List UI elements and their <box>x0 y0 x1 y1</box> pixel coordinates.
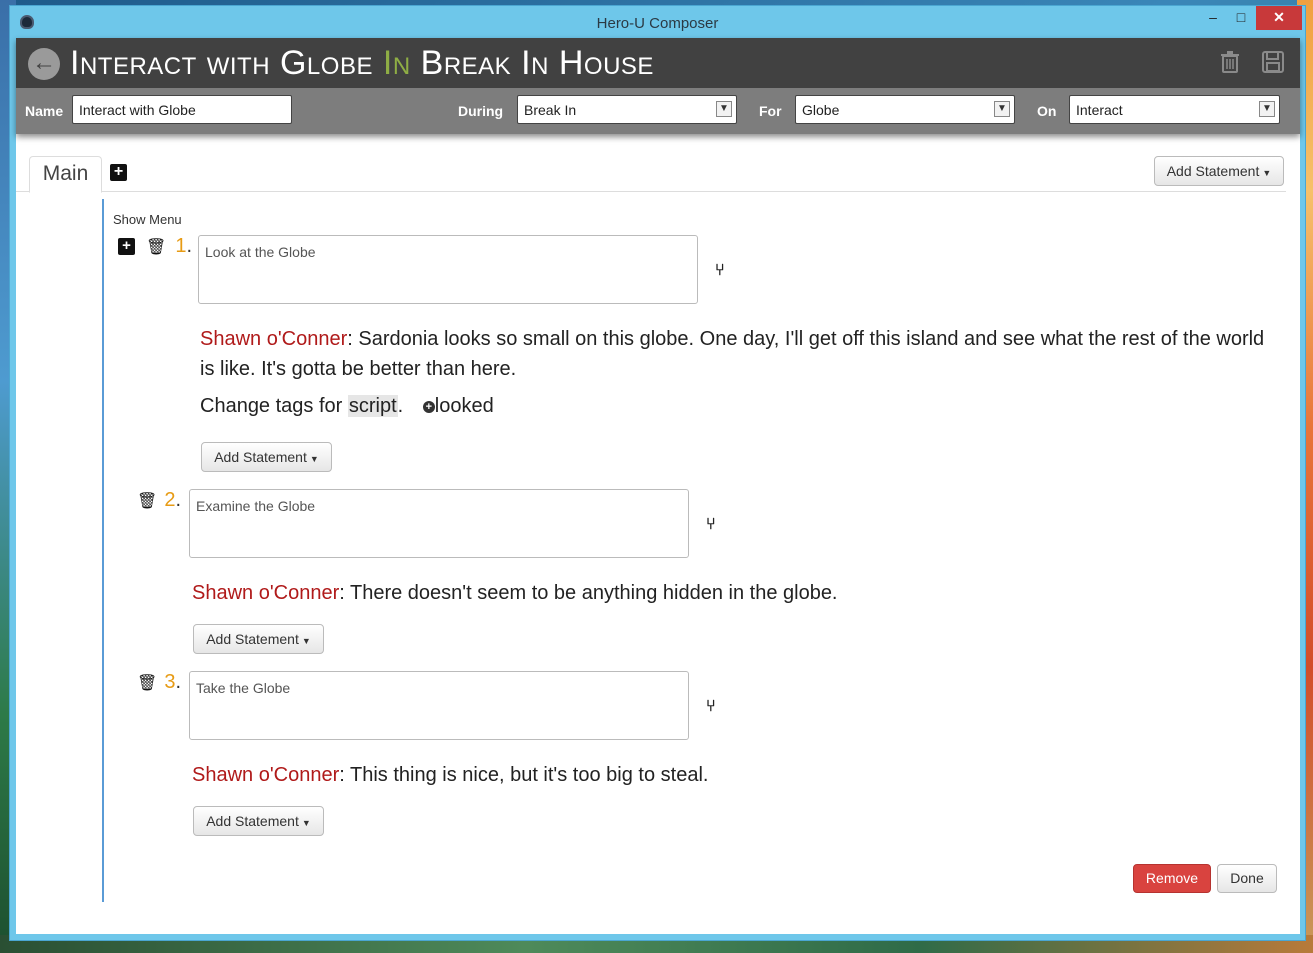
dialog-line: Shawn o'Conner: This thing is nice, but … <box>192 760 1262 790</box>
for-label: For <box>759 103 782 119</box>
on-label: On <box>1037 103 1057 119</box>
dialog-text: : There doesn't seem to be anything hidd… <box>339 582 838 604</box>
done-button[interactable]: Done <box>1217 864 1277 893</box>
tag-target[interactable]: script <box>347 395 398 417</box>
add-statement-button[interactable]: Add Statement ▼ <box>1154 156 1284 186</box>
branch-icon[interactable]: ⑂ <box>706 698 716 716</box>
statement-number: 2 <box>164 489 176 511</box>
title-interaction: Interact with Globe <box>70 44 373 82</box>
title-scene: Break In House <box>420 44 654 82</box>
tag-name: looked <box>434 395 494 417</box>
client-area: ← Interact with Globe In Break In House … <box>16 38 1300 934</box>
for-select[interactable]: Globe ▼ <box>795 95 1015 124</box>
statement-text-area[interactable]: Take the Globe <box>189 671 689 740</box>
remove-button[interactable]: Remove <box>1133 864 1211 893</box>
speaker-name[interactable]: Shawn o'Conner <box>200 328 347 350</box>
tab-main[interactable]: Main <box>29 156 102 193</box>
close-button[interactable]: ✕ <box>1256 6 1302 30</box>
window-title: Hero-U Composer <box>596 15 719 32</box>
header-title-bar: ← Interact with Globe In Break In House <box>16 38 1300 88</box>
trash-icon[interactable]: 🗑 <box>137 491 157 511</box>
add-statement-label: Add Statement <box>206 631 299 647</box>
chevron-down-icon: ▼ <box>994 101 1010 117</box>
add-statement-label: Add Statement <box>214 449 307 465</box>
add-statement-button[interactable]: Add Statement ▼ <box>193 624 324 654</box>
on-select-value: Interact <box>1076 102 1123 118</box>
branch-icon[interactable]: ⑂ <box>715 262 725 280</box>
trash-icon[interactable]: 🗑 <box>137 673 157 693</box>
trash-icon[interactable] <box>1219 51 1241 75</box>
show-menu-link[interactable]: Show Menu <box>113 212 182 227</box>
caret-down-icon: ▼ <box>301 636 311 646</box>
chevron-down-icon: ▼ <box>716 101 732 117</box>
dialog-line: Shawn o'Conner: Sardonia looks so small … <box>200 324 1270 384</box>
add-tab-icon[interactable]: + <box>110 164 127 181</box>
name-input[interactable]: Interact with Globe <box>72 95 292 124</box>
during-label: During <box>458 103 504 119</box>
tab-bar: Main + Add Statement ▼ <box>16 150 1286 193</box>
statement-text-area[interactable]: Examine the Globe <box>189 489 689 558</box>
statement-list: Show Menu + 🗑 1. Look at the Globe ⑂ Sha… <box>102 199 1286 902</box>
title-in: In <box>382 44 411 82</box>
number-dot: . <box>175 489 182 511</box>
plus-circle-icon: + <box>422 400 435 413</box>
statement-controls: 🗑 3. <box>137 671 181 694</box>
dialog-line: Shawn o'Conner: There doesn't seem to be… <box>192 578 1262 608</box>
statement-controls: + 🗑 1. <box>118 235 192 258</box>
add-statement-label: Add Statement <box>206 813 299 829</box>
save-icon[interactable] <box>1262 51 1284 75</box>
speaker-name[interactable]: Shawn o'Conner <box>192 582 339 604</box>
dialog-text: : This thing is nice, but it's too big t… <box>339 764 709 786</box>
statement-number: 1 <box>175 235 187 257</box>
caret-down-icon: ▼ <box>301 818 311 828</box>
number-dot: . <box>186 235 193 257</box>
minimize-button[interactable]: – <box>1200 6 1226 30</box>
change-tags-line: Change tags for script. + looked <box>200 395 494 418</box>
speaker-name[interactable]: Shawn o'Conner <box>192 764 339 786</box>
statement-text-area[interactable]: Look at the Globe <box>198 235 698 304</box>
branch-icon[interactable]: ⑂ <box>706 516 716 534</box>
maximize-button[interactable]: □ <box>1228 6 1254 30</box>
page-header: ← Interact with Globe In Break In House … <box>16 38 1300 134</box>
page-title: Interact with Globe In Break In House <box>70 44 654 83</box>
trash-icon[interactable]: 🗑 <box>146 237 166 257</box>
for-select-value: Globe <box>802 102 840 118</box>
caret-down-icon: ▼ <box>1262 168 1272 178</box>
statement-number: 3 <box>164 671 176 693</box>
during-select-value: Break In <box>524 102 577 118</box>
add-statement-button[interactable]: Add Statement ▼ <box>193 806 324 836</box>
window-titlebar[interactable]: Hero-U Composer – □ ✕ <box>10 6 1305 38</box>
tag-suffix: . <box>397 395 404 417</box>
dialog-text: : Sardonia looks so small on this globe.… <box>200 328 1265 380</box>
caret-down-icon: ▼ <box>309 454 319 464</box>
add-statement-label: Add Statement <box>1166 163 1260 179</box>
name-label: Name <box>25 103 64 119</box>
back-arrow-icon[interactable]: ← <box>28 48 60 80</box>
app-window: Hero-U Composer – □ ✕ ← Interact with Gl… <box>9 5 1306 941</box>
statement-controls: 🗑 2. <box>137 489 181 512</box>
header-fields-bar: Name Interact with Globe During Break In… <box>16 88 1300 134</box>
on-select[interactable]: Interact ▼ <box>1069 95 1280 124</box>
number-dot: . <box>175 671 182 693</box>
chevron-down-icon: ▼ <box>1259 101 1275 117</box>
add-statement-button[interactable]: Add Statement ▼ <box>201 442 332 472</box>
add-icon[interactable]: + <box>118 238 135 255</box>
tag-prefix: Change tags for <box>200 395 348 417</box>
during-select[interactable]: Break In ▼ <box>517 95 737 124</box>
